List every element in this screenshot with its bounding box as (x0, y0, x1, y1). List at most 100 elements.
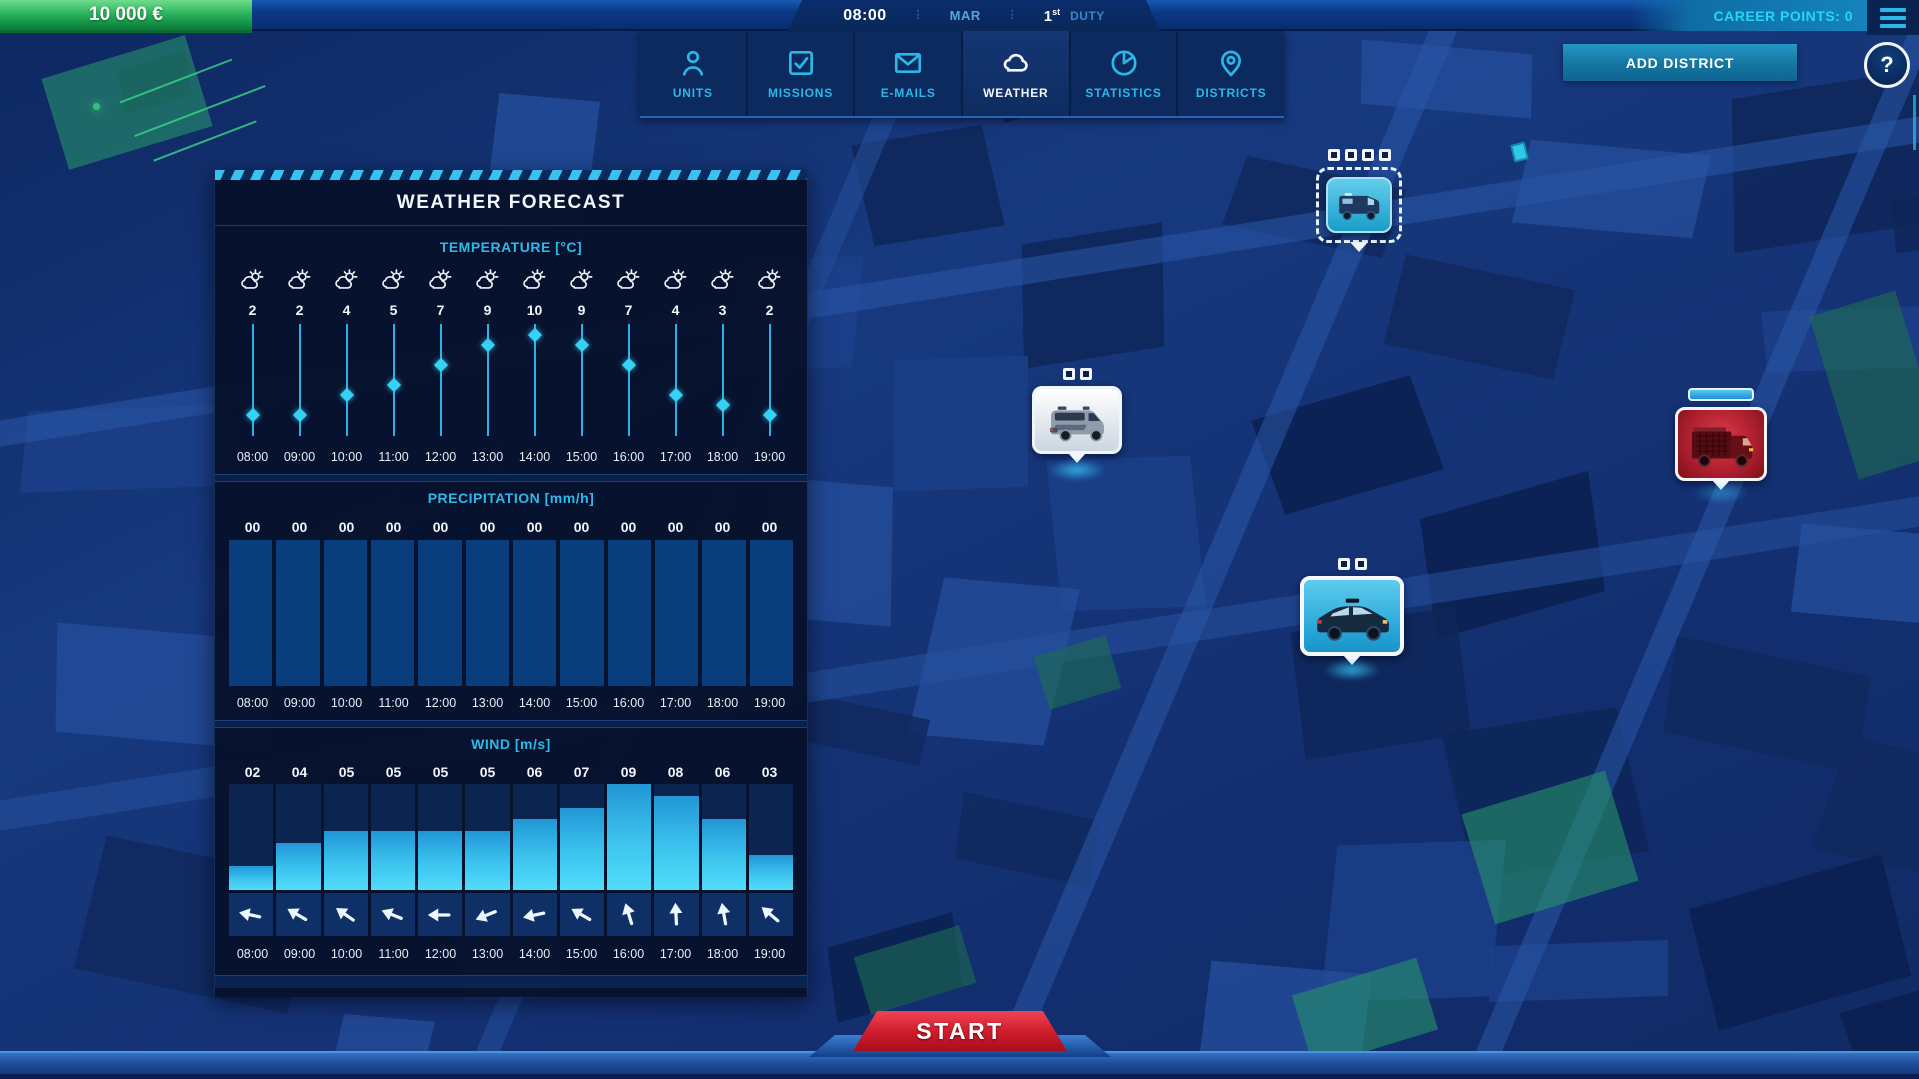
time-label: 15:00 (558, 686, 605, 720)
tab-missions[interactable]: MISSIONS (748, 31, 856, 116)
precipitation-value: 00 (652, 514, 699, 540)
wind-bar (229, 784, 273, 890)
wind-direction-cell (371, 893, 415, 936)
weather-condition-icon (464, 262, 511, 298)
wind-value: 02 (229, 760, 276, 784)
precipitation-bar (371, 540, 414, 686)
marker-transport-van[interactable] (1032, 368, 1122, 463)
police-van-icon (1333, 186, 1385, 224)
wind-direction-row (215, 893, 807, 939)
tab-weather[interactable]: WEATHER (963, 31, 1071, 116)
temperature-value: 9 (558, 298, 605, 322)
time-label: 12:00 (417, 686, 464, 720)
time-label: 15:00 (558, 440, 605, 474)
precipitation-section-title: PRECIPITATION [mm/h] (215, 482, 807, 514)
checkbox-icon (785, 47, 817, 79)
temperature-point (370, 322, 417, 440)
marker-glow (1692, 482, 1750, 504)
wind-bar (702, 784, 746, 890)
gray-van-icon (1041, 395, 1113, 445)
time-label: 16:00 (605, 440, 652, 474)
temperature-point (605, 322, 652, 440)
wind-direction-cell (749, 893, 793, 936)
marker-police-van-selected[interactable] (1316, 149, 1402, 252)
tab-statistics[interactable]: STATISTICS (1071, 31, 1179, 116)
marker-glow (1048, 459, 1106, 481)
time-label: 16:00 (605, 686, 652, 720)
marker-pointer (1350, 242, 1368, 252)
time-label: 11:00 (370, 686, 417, 720)
temperature-point (229, 322, 276, 440)
wind-direction-arrow-icon (235, 898, 268, 931)
precipitation-value: 00 (323, 514, 370, 540)
tab-emails[interactable]: E-MAILS (855, 31, 963, 116)
sun-behind-cloud-icon (662, 267, 689, 294)
section-divider (215, 474, 807, 482)
precipitation-bar (702, 540, 745, 686)
month-label: MAR (950, 8, 981, 23)
wind-direction-arrow-icon (279, 895, 317, 933)
money-value: 10 000 € (89, 4, 163, 26)
panel-title: WEATHER FORECAST (397, 192, 625, 214)
time-label: 10:00 (323, 939, 370, 969)
weather-condition-icon (370, 262, 417, 298)
wind-direction-arrow-icon (518, 898, 551, 931)
cloud-icon (1000, 47, 1032, 79)
time-label: 14:00 (511, 440, 558, 474)
precipitation-time-axis: 08:0009:0010:0011:0012:0013:0014:0015:00… (215, 686, 807, 720)
wind-value: 07 (558, 760, 605, 784)
question-mark-icon: ? (1880, 52, 1893, 78)
time-label: 18:00 (699, 440, 746, 474)
precipitation-bar (466, 540, 509, 686)
precipitation-bar (418, 540, 461, 686)
temperature-value: 4 (652, 298, 699, 322)
time-label: 13:00 (464, 686, 511, 720)
marker-police-car[interactable] (1300, 558, 1404, 665)
marker-fire-truck[interactable] (1675, 388, 1767, 490)
temperature-value: 2 (746, 298, 793, 322)
temperature-value: 5 (370, 298, 417, 322)
start-button[interactable]: START (853, 1011, 1067, 1051)
marker-progress-bar (1688, 388, 1754, 401)
sun-behind-cloud-icon (380, 267, 407, 294)
time-label: 08:00 (229, 939, 276, 969)
precipitation-value: 00 (417, 514, 464, 540)
wind-direction-cell (324, 893, 368, 936)
wind-bar (513, 784, 557, 890)
time-label: 10:00 (323, 686, 370, 720)
time-label: 16:00 (605, 939, 652, 969)
temperature-time-axis: 08:0009:0010:0011:0012:0013:0014:0015:00… (215, 440, 807, 474)
sun-behind-cloud-icon (709, 267, 736, 294)
temperature-value: 4 (323, 298, 370, 322)
time-label: 12:00 (417, 939, 464, 969)
sun-behind-cloud-icon (521, 267, 548, 294)
precipitation-bar (276, 540, 319, 686)
time-date-display: 08:00 ⋮ MAR ⋮ 1st DUTY (788, 0, 1160, 31)
precipitation-value: 00 (558, 514, 605, 540)
time-label: 19:00 (746, 686, 793, 720)
wind-direction-arrow-icon (707, 898, 739, 930)
temperature-value: 3 (699, 298, 746, 322)
precipitation-value: 00 (464, 514, 511, 540)
temperature-value: 7 (417, 298, 464, 322)
wind-direction-arrow-icon (563, 895, 601, 933)
precipitation-bar (608, 540, 651, 686)
hamburger-menu-button[interactable] (1867, 0, 1919, 35)
time-label: 09:00 (276, 686, 323, 720)
tab-units[interactable]: UNITS (640, 31, 748, 116)
tab-districts[interactable]: DISTRICTS (1178, 31, 1284, 116)
temperature-point (511, 322, 558, 440)
divider-dots-icon: ⋮ (913, 10, 924, 21)
help-button[interactable]: ? (1864, 42, 1910, 88)
temperature-section-title: TEMPERATURE [°C] (215, 232, 807, 262)
add-district-button[interactable]: ADD DISTRICT (1563, 44, 1797, 81)
weather-condition-icon (323, 262, 370, 298)
selection-brackets (1316, 167, 1402, 243)
temperature-point (276, 322, 323, 440)
precipitation-bar (655, 540, 698, 686)
sun-behind-cloud-icon (427, 267, 454, 294)
wind-bar (607, 784, 651, 890)
wind-value: 06 (511, 760, 558, 784)
temperature-condition-icons (215, 262, 807, 298)
wind-value: 08 (652, 760, 699, 784)
